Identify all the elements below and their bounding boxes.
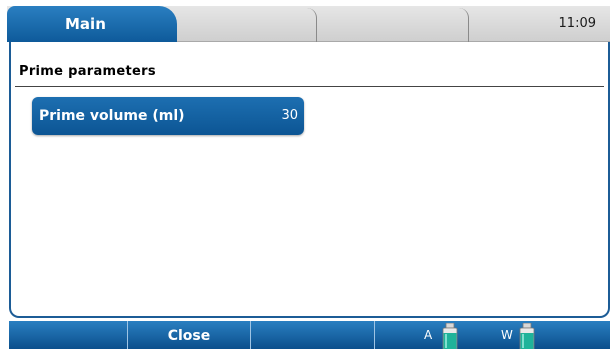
prime-volume-field[interactable]: Prime volume (ml) 30: [32, 97, 304, 135]
tab-main[interactable]: Main: [7, 6, 177, 42]
prime-volume-value: 30: [281, 108, 298, 123]
tab-bar: Main 11:09: [7, 6, 610, 42]
toolbar-button-3[interactable]: [251, 321, 375, 349]
bottle-a-label: A: [424, 328, 433, 342]
section-divider: [15, 86, 604, 87]
tab-3[interactable]: [459, 8, 469, 42]
bottle-icon: [442, 323, 458, 349]
content-panel: Prime parameters Prime volume (ml) 30: [9, 42, 610, 318]
close-button-label: Close: [167, 328, 211, 344]
section-title: Prime parameters: [19, 64, 156, 79]
bottle-icon: [519, 323, 535, 349]
tab-2[interactable]: [307, 8, 317, 42]
bottom-toolbar: Close A W: [9, 321, 610, 349]
toolbar-button-1[interactable]: [9, 321, 128, 349]
tab-main-label: Main: [65, 15, 106, 33]
prime-volume-label: Prime volume (ml): [39, 108, 185, 124]
clock: 11:09: [558, 16, 596, 31]
bottle-w-label: W: [501, 328, 513, 342]
close-button[interactable]: Close: [128, 321, 251, 349]
device-screen: Main 11:09 Prime parameters Prime volume…: [0, 0, 613, 349]
